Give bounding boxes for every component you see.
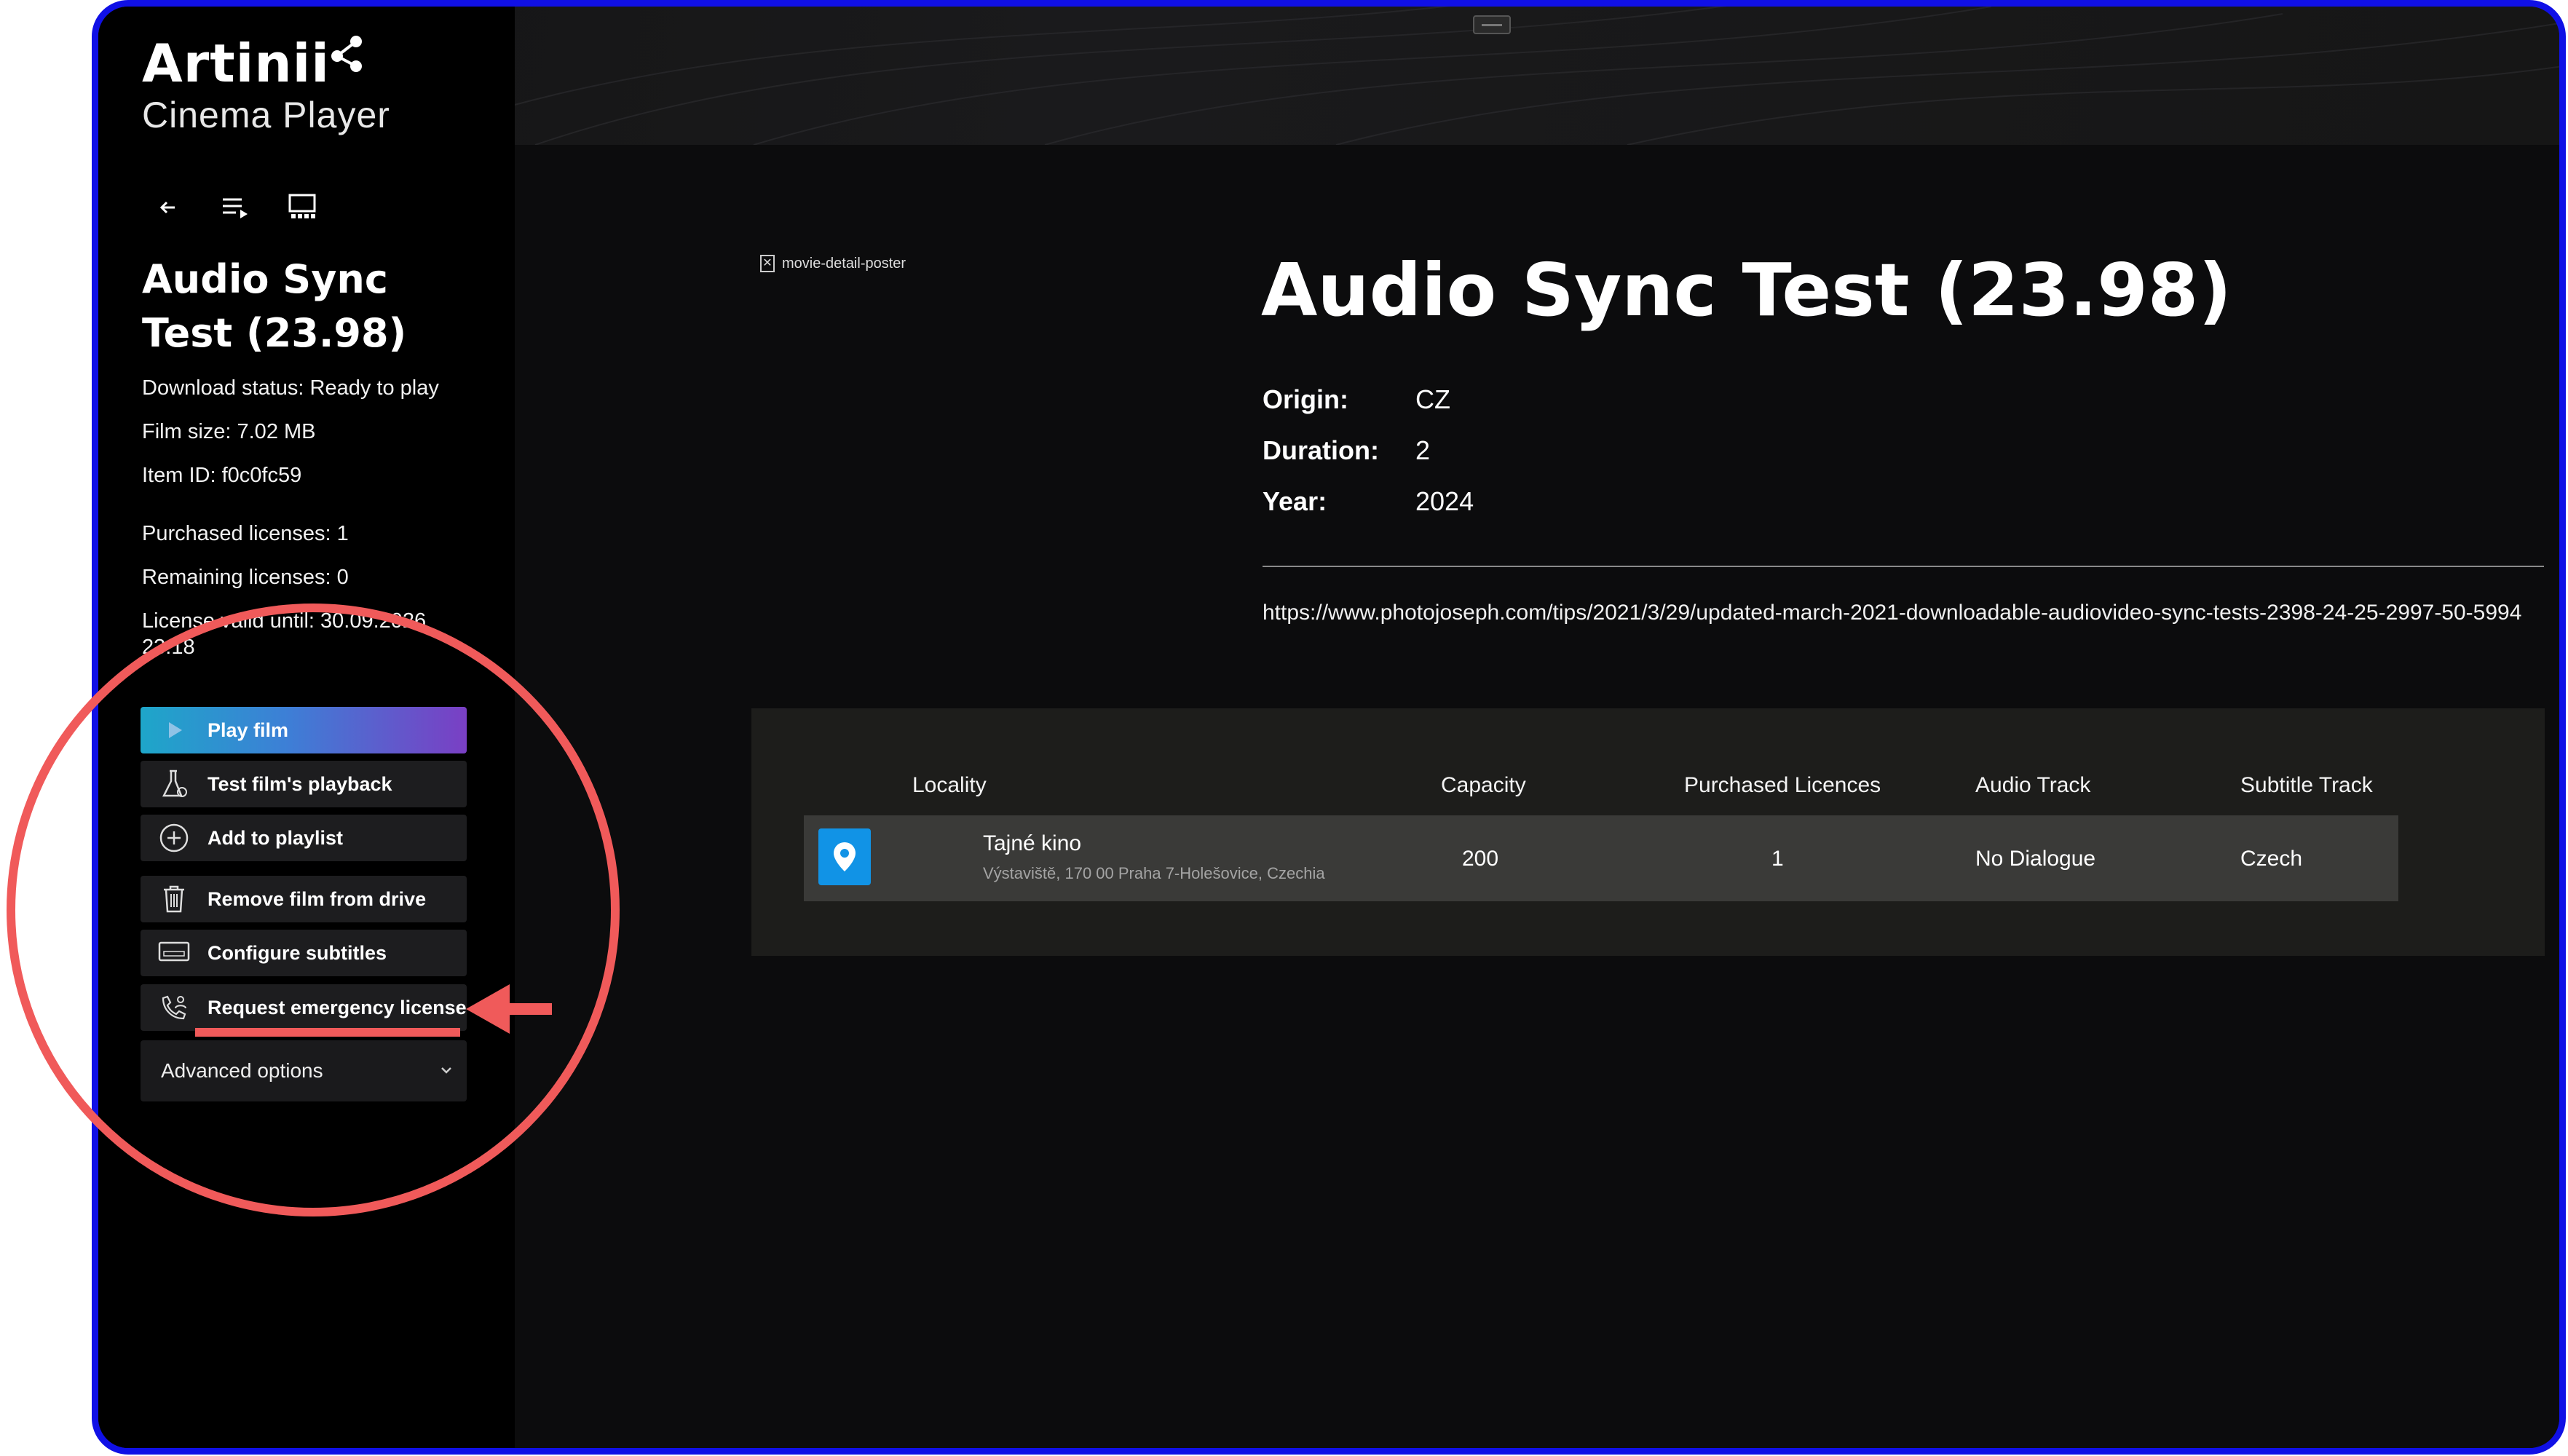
source-link[interactable]: https://www.photojoseph.com/tips/2021/3/… [1263, 600, 2544, 626]
column-header-purchased: Purchased Licences [1684, 773, 1881, 797]
request-emergency-license-label: Request emergency license [208, 996, 467, 1018]
purchased-licenses: Purchased licenses: 1 [142, 522, 349, 545]
origin-label: Origin: [1263, 384, 1348, 414]
logo-subtitle: Cinema Player [142, 95, 390, 135]
purchased-value: 1 [1771, 847, 1784, 871]
subtitle-track-value: Czech [2240, 847, 2303, 871]
logo-text: Artinii [142, 34, 390, 92]
origin-value: CZ [1415, 384, 1450, 414]
duration-row: Duration: 2 [1263, 435, 1430, 466]
locality-name: Tajné kino [983, 831, 1082, 855]
sidebar: Artinii Cinema Player Audio Sync Test (2… [98, 7, 515, 1448]
configure-subtitles-button[interactable]: Configure subtitles [141, 930, 467, 976]
test-playback-label: Test film's playback [208, 772, 392, 795]
configure-subtitles-label: Configure subtitles [208, 941, 387, 964]
year-value: 2024 [1415, 486, 1474, 516]
nav-toolbar [153, 192, 317, 223]
capacity-value: 200 [1462, 847, 1499, 871]
chevron-down-icon [438, 1061, 455, 1084]
year-label: Year: [1263, 486, 1327, 516]
license-valid-until: License valid until: 30.09.2026 23:18 [142, 609, 427, 659]
year-row: Year: 2024 [1263, 486, 1474, 517]
movie-poster-placeholder: ✕ movie-detail-poster [760, 255, 906, 272]
column-header-subtitle: Subtitle Track [2240, 773, 2373, 797]
request-emergency-license-button[interactable]: Request emergency license [141, 984, 467, 1031]
add-to-playlist-label: Add to playlist [208, 826, 344, 849]
add-to-playlist-button[interactable]: Add to playlist [141, 815, 467, 861]
phone-user-icon [157, 990, 191, 1025]
play-film-label: Play film [208, 719, 289, 741]
plus-circle-icon [157, 820, 191, 855]
film-size: Film size: 7.02 MB [142, 420, 316, 443]
advanced-options-dropdown[interactable]: Advanced options [141, 1040, 467, 1101]
broken-image-icon: ✕ [760, 255, 775, 272]
item-id: Item ID: f0c0fc59 [142, 464, 302, 487]
remove-film-button[interactable]: Remove film from drive [141, 876, 467, 922]
cinema-screen-icon[interactable] [287, 192, 317, 223]
advanced-options-label: Advanced options [161, 1059, 323, 1082]
test-playback-button[interactable]: Test film's playback [141, 761, 467, 807]
back-arrow-icon[interactable] [153, 192, 183, 223]
window-drag-handle[interactable] [1473, 15, 1511, 34]
duration-value: 2 [1415, 435, 1431, 465]
locality-address: Výstaviště, 170 00 Praha 7-Holešovice, C… [983, 864, 1325, 882]
column-header-audio: Audio Track [1975, 773, 2091, 797]
play-icon [157, 713, 191, 748]
audio-track-value: No Dialogue [1975, 847, 2096, 871]
column-header-capacity: Capacity [1441, 773, 1526, 797]
play-film-button[interactable]: Play film [141, 707, 467, 753]
column-header-locality: Locality [912, 773, 987, 797]
app-logo: Artinii Cinema Player [142, 34, 390, 136]
movie-title: Audio Sync Test (23.98) [1261, 248, 2232, 333]
movie-poster-alt-text: movie-detail-poster [782, 255, 906, 272]
trash-icon [157, 882, 191, 917]
flask-icon [157, 767, 191, 802]
duration-label: Duration: [1263, 435, 1379, 465]
remove-film-label: Remove film from drive [208, 887, 427, 910]
share-nodes-icon [331, 36, 362, 72]
divider [1263, 566, 2544, 567]
playlist-icon[interactable] [220, 192, 250, 223]
sidebar-film-title: Audio Sync Test (23.98) [142, 256, 407, 356]
download-status: Download status: Ready to play [142, 376, 439, 400]
subtitles-icon [157, 935, 191, 970]
remaining-licenses: Remaining licenses: 0 [142, 566, 349, 589]
table-row[interactable] [804, 815, 2398, 901]
origin-row: Origin: CZ [1263, 384, 1450, 415]
location-pin-icon [818, 828, 871, 885]
